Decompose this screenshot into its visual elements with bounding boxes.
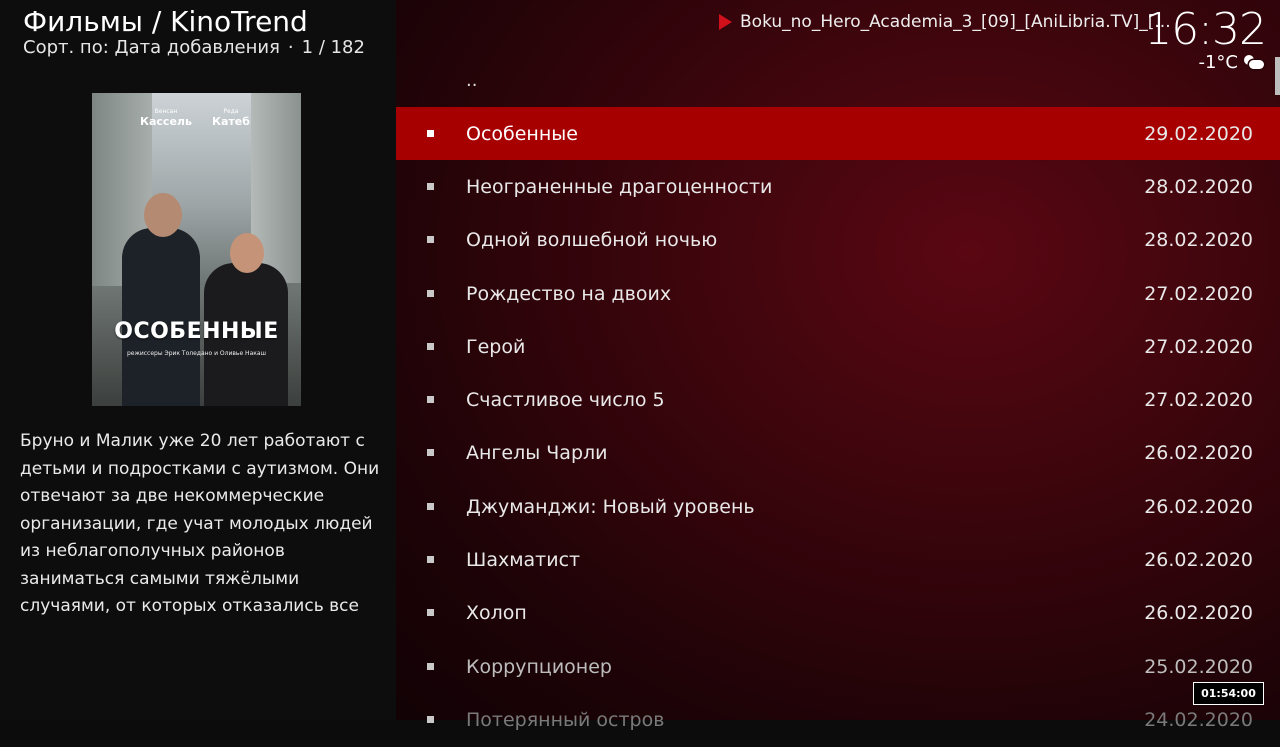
clock: 16:32	[1144, 4, 1267, 55]
item-date: 26.02.2020	[1144, 602, 1253, 625]
item-title: Неограненные драгоценности	[466, 175, 773, 198]
item-date: 25.02.2020	[1144, 655, 1253, 678]
list-item[interactable]: Неограненные драгоценности 28.02.2020	[396, 160, 1280, 213]
item-title: Герой	[466, 335, 526, 358]
temperature: -1°C	[1198, 52, 1238, 73]
item-title: Коррупционер	[466, 655, 612, 678]
bullet-icon	[427, 342, 434, 350]
list-item[interactable]: Холоп 26.02.2020	[396, 587, 1280, 640]
scrollbar[interactable]	[1275, 57, 1280, 95]
weather: -1°C	[1198, 52, 1264, 73]
bullet-icon	[427, 236, 434, 244]
bullet-icon	[427, 129, 434, 137]
list-item[interactable]: Счастливое число 5 27.02.2020	[396, 373, 1280, 426]
bullet-icon	[427, 289, 434, 297]
sort-label[interactable]: Сорт. по: Дата добавления	[23, 37, 280, 58]
playback-timer: 01:54:00	[1193, 682, 1264, 705]
item-date: 27.02.2020	[1144, 282, 1253, 305]
sort-info: Сорт. по: Дата добавления · 1 / 182	[23, 37, 365, 58]
plot-description: Бруно и Малик уже 20 лет работают с деть…	[20, 431, 380, 616]
bullet-icon	[427, 662, 434, 670]
page-title: Фильмы / KinoTrend	[23, 5, 308, 38]
list-item[interactable]: Особенные 29.02.2020	[396, 107, 1280, 161]
list-item[interactable]: Ангелы Чарли 26.02.2020	[396, 427, 1280, 480]
movie-list: Особенные 29.02.2020 Неограненные драгоце…	[396, 107, 1280, 747]
item-title: Джуманджи: Новый уровень	[466, 495, 755, 518]
item-title: Одной волшебной ночью	[466, 229, 718, 252]
item-title: Счастливое число 5	[466, 389, 665, 412]
bullet-icon	[427, 396, 434, 404]
play-icon	[719, 14, 732, 30]
poster-credit: режиссеры Эрик Толедано и Оливье Накаш	[126, 350, 267, 357]
bullet-icon	[427, 609, 434, 617]
poster-figure-left	[122, 228, 200, 406]
item-date: 26.02.2020	[1144, 549, 1253, 572]
info-panel: Фильмы / KinoTrend Сорт. по: Дата добавл…	[0, 0, 396, 720]
separator: ·	[287, 37, 294, 58]
item-date: 26.02.2020	[1144, 442, 1253, 465]
item-date: 27.02.2020	[1144, 335, 1253, 358]
poster-actor-1: Венсан Кассель	[140, 108, 192, 128]
partly-cloudy-icon	[1244, 54, 1264, 71]
item-date: 29.02.2020	[1144, 122, 1253, 145]
poster-actor-2: Реда Катеб	[212, 108, 250, 128]
bullet-icon	[427, 182, 434, 190]
item-title: Особенные	[466, 122, 578, 145]
item-date: 26.02.2020	[1144, 495, 1253, 518]
bullet-icon	[427, 449, 434, 457]
list-item[interactable]: Рождество на двоих 27.02.2020	[396, 267, 1280, 320]
list-item[interactable]: Шахматист 26.02.2020	[396, 533, 1280, 586]
list-item[interactable]: Одной волшебной ночью 28.02.2020	[396, 214, 1280, 267]
item-title: Ангелы Чарли	[466, 442, 608, 465]
item-date: 28.02.2020	[1144, 229, 1253, 252]
item-title: Шахматист	[466, 549, 581, 572]
bullet-icon	[427, 502, 434, 510]
now-playing-title: Boku_no_Hero_Academia_3_[09]_[AniLibria.…	[740, 12, 1171, 32]
poster-head-left	[144, 193, 182, 237]
item-position: 1 / 182	[301, 37, 365, 58]
list-item[interactable]: Джуманджи: Новый уровень 26.02.2020	[396, 480, 1280, 533]
parent-folder-item[interactable]: ..	[466, 70, 477, 91]
poster-title: ОСОБЕННЫЕ	[114, 319, 279, 344]
list-item[interactable]: Коррупционер 25.02.2020	[396, 640, 1280, 693]
item-date: 28.02.2020	[1144, 175, 1253, 198]
bullet-icon	[427, 556, 434, 564]
now-playing[interactable]: Boku_no_Hero_Academia_3_[09]_[AniLibria.…	[719, 12, 1171, 32]
item-date: 27.02.2020	[1144, 389, 1253, 412]
bullet-icon	[427, 715, 434, 723]
item-title: Рождество на двоих	[466, 282, 672, 305]
poster-head-right	[230, 233, 264, 273]
list-item[interactable]: Герой 27.02.2020	[396, 320, 1280, 373]
movie-poster: Венсан Кассель Реда Катеб ОСОБЕННЫЕ режисс…	[92, 93, 301, 406]
item-title: Холоп	[466, 602, 527, 625]
